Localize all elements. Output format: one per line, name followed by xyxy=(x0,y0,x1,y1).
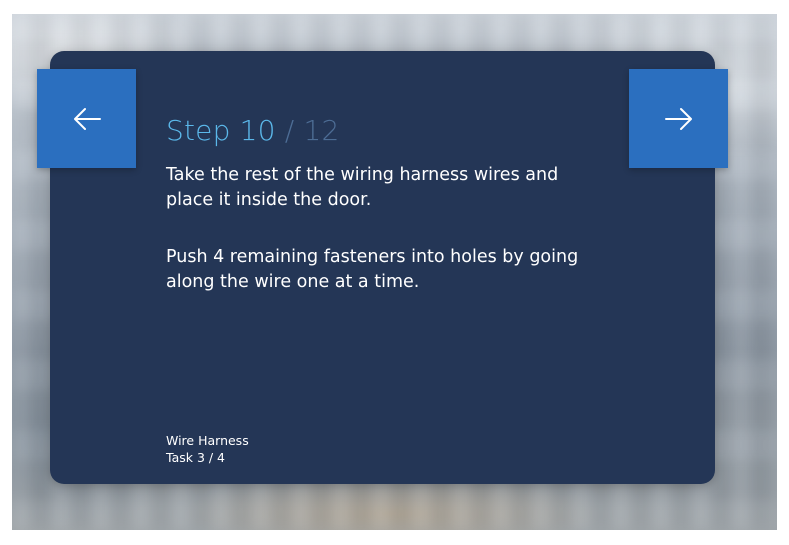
instruction-text: Take the rest of the wiring harness wire… xyxy=(166,165,559,210)
step-current-label: Step 10 xyxy=(166,114,276,147)
arrow-right-icon xyxy=(664,107,692,130)
step-total: 12 xyxy=(303,114,340,147)
procedure-name: Wire Harness xyxy=(166,433,249,448)
task-counter: Task 3 / 4 xyxy=(166,450,226,465)
instruction-text: Push 4 remaining fasteners into holes by… xyxy=(166,247,579,292)
previous-step-button[interactable] xyxy=(37,69,136,168)
step-separator: / xyxy=(284,114,295,147)
step-counter: Step 10 / 12 xyxy=(166,114,340,147)
arrow-left-icon xyxy=(73,107,101,130)
next-step-button[interactable] xyxy=(629,69,728,168)
task-info: Wire Harness Task 3 / 4 xyxy=(166,432,249,466)
